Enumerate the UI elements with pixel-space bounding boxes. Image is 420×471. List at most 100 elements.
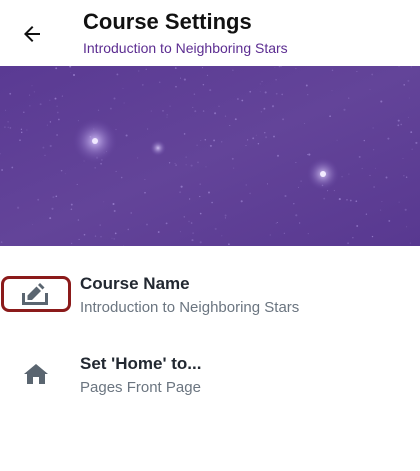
banner-star-speck <box>116 73 119 76</box>
banner-star-speck <box>46 124 48 126</box>
set-home-row[interactable]: Set 'Home' to... Pages Front Page <box>0 332 420 418</box>
banner-star-speck <box>265 136 268 139</box>
banner-star-speck <box>274 66 276 68</box>
banner-star-speck <box>380 100 383 103</box>
banner-star-speck <box>120 176 123 179</box>
banner-star-speck <box>115 128 117 131</box>
course-name-edit-button[interactable] <box>1 276 71 312</box>
back-button[interactable] <box>14 16 50 52</box>
banner-star-speck <box>204 139 207 141</box>
banner-star-speck <box>200 140 202 142</box>
banner-star-speck <box>333 190 335 192</box>
banner-star-speck <box>363 139 365 142</box>
banner-star-speck <box>37 198 40 201</box>
banner-star-speck <box>284 194 287 198</box>
banner-star-speck <box>295 68 297 70</box>
banner-star-speck <box>252 137 255 140</box>
course-settings-screen: Course Settings Introduction to Neighbor… <box>0 0 420 471</box>
banner-star-speck <box>20 128 23 130</box>
banner-star-speck <box>31 224 33 226</box>
banner-star-speck <box>44 154 46 157</box>
banner-star-speck <box>169 105 171 107</box>
banner-star-speck <box>70 242 73 245</box>
banner-star-speck <box>356 71 358 73</box>
banner-star-speck <box>280 66 282 68</box>
banner-star-speck <box>209 89 212 92</box>
banner-star-speck <box>78 238 80 240</box>
banner-star-speck <box>33 91 35 93</box>
banner-star-speck <box>83 160 85 162</box>
banner-star-speck <box>55 67 58 70</box>
banner-star-speck <box>199 195 201 198</box>
course-name-row[interactable]: Course Name Introduction to Neighboring … <box>0 246 420 332</box>
banner-star-speck <box>211 201 213 204</box>
banner-star-speck <box>371 235 374 238</box>
banner-star-speck <box>361 167 363 170</box>
banner-star-speck <box>183 216 186 218</box>
banner-star-speck <box>231 157 234 160</box>
banner-star-speck <box>358 155 361 158</box>
banner-star-speck <box>409 242 411 244</box>
banner-star-speck <box>355 200 358 202</box>
banner-star-speck <box>402 158 404 160</box>
banner-star-speck <box>175 85 177 88</box>
arrow-left-icon <box>24 26 40 42</box>
banner-star-speck <box>331 69 334 72</box>
banner-star-speck <box>275 92 278 95</box>
banner-star-speck <box>70 208 73 211</box>
banner-star-speck <box>83 233 86 236</box>
banner-star-speck <box>58 118 60 121</box>
banner-star-speck <box>183 133 186 135</box>
banner-star-speck <box>343 108 346 111</box>
banner-star-speck <box>369 174 371 176</box>
banner-star-speck <box>17 206 20 209</box>
banner-star-speck <box>347 242 350 245</box>
banner-star-speck <box>111 237 113 239</box>
course-name-value: Introduction to Neighboring Stars <box>80 299 300 316</box>
banner-star-speck <box>381 201 383 203</box>
banner-star-speck <box>11 166 14 169</box>
banner-star-speck <box>193 93 196 95</box>
banner-star-speck <box>77 219 80 221</box>
banner-star-speck <box>49 217 52 220</box>
banner-star-speck <box>23 111 25 113</box>
banner-star-speck <box>9 127 12 129</box>
banner-star-speck <box>229 124 231 127</box>
banner-star-speck <box>56 105 58 108</box>
banner-star-speck <box>72 73 76 77</box>
banner-star-speck <box>329 115 331 118</box>
banner-star-speck <box>269 234 271 236</box>
banner-star-speck <box>122 87 124 89</box>
banner-star-speck <box>199 241 202 244</box>
banner-star-speck <box>196 144 198 146</box>
banner-star-speck <box>261 80 263 83</box>
banner-star-speck <box>114 232 117 235</box>
banner-star-speck <box>130 212 132 214</box>
banner-star-speck <box>300 180 302 182</box>
banner-star-speck <box>166 116 168 118</box>
banner-star-speck <box>165 222 168 225</box>
banner-star-speck <box>264 132 266 134</box>
banner-star-speck <box>113 210 116 212</box>
banner-star-speck <box>249 90 252 93</box>
banner-star-speck <box>240 200 243 203</box>
banner-star-speck <box>49 144 52 148</box>
banner-star-speck <box>273 135 275 138</box>
banner-star-speck <box>298 222 301 224</box>
banner-star-speck <box>232 69 234 71</box>
banner-star-speck <box>257 142 260 145</box>
page-title: Course Settings <box>83 9 252 34</box>
banner-star-speck <box>146 223 148 226</box>
banner-star-speck <box>158 81 161 84</box>
banner-star-speck <box>60 169 63 172</box>
banner-star-speck <box>29 105 31 107</box>
set-home-label: Set 'Home' to... <box>80 354 202 373</box>
banner-star-speck <box>109 107 112 110</box>
banner-star-speck <box>202 83 205 86</box>
banner-star-speck <box>372 127 374 129</box>
banner-star-speck <box>5 109 7 111</box>
banner-star-speck <box>179 231 181 233</box>
course-banner-image <box>0 66 420 246</box>
banner-star-speck <box>113 97 116 100</box>
banner-star-speck <box>356 225 359 227</box>
